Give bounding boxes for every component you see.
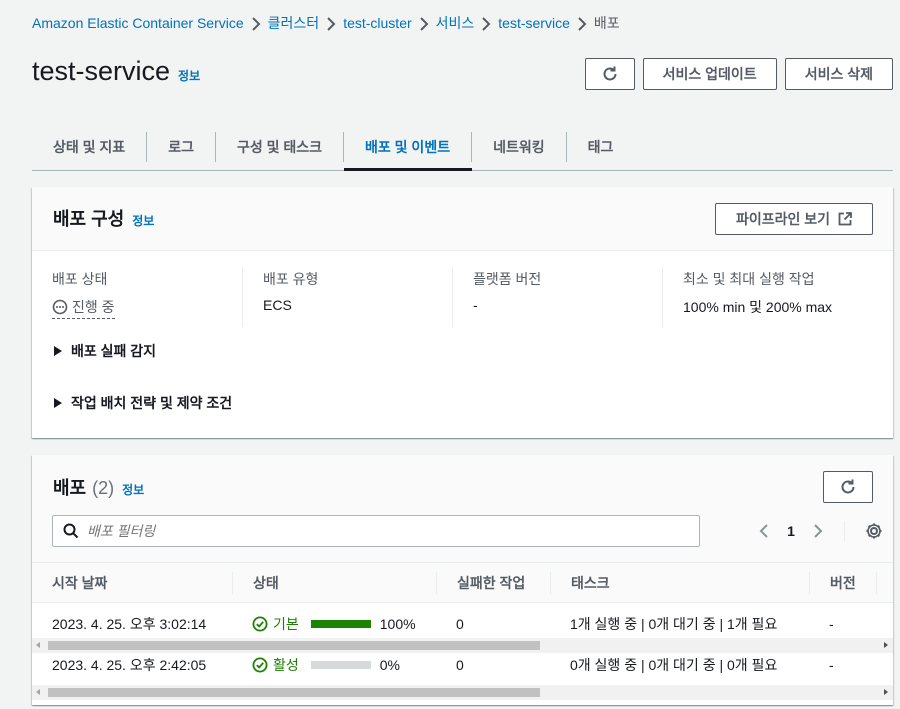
check-circle-icon (252, 616, 268, 632)
view-pipeline-button[interactable]: 파이프라인 보기 (714, 203, 873, 235)
pagination: 1 (758, 521, 883, 541)
update-service-button[interactable]: 서비스 업데이트 (642, 58, 777, 90)
breadcrumb-clusters[interactable]: 클러스터 (268, 13, 320, 33)
breadcrumb-deployments: 배포 (593, 15, 620, 31)
breadcrumb-services[interactable]: 서비스 (436, 13, 475, 33)
tab-networking[interactable]: 네트워킹 (472, 124, 567, 170)
deployments-count: (2) (92, 478, 115, 498)
page-title: test-service (32, 56, 171, 86)
column-version[interactable]: 버전 (809, 571, 877, 594)
horizontal-scrollbar[interactable] (32, 685, 893, 700)
info-link[interactable]: 정보 (178, 67, 200, 84)
field-deploy-status: 배포 상태 진행 중 (32, 267, 242, 327)
in-progress-icon (52, 299, 68, 315)
panel-title: 배포 (53, 478, 87, 498)
refresh-deployments-button[interactable] (823, 471, 873, 503)
table-header: 시작 날짜 상태 실패한 작업 태스크 버전 (32, 563, 893, 603)
status-badge: 활성 (252, 655, 299, 675)
chevron-right-icon (319, 15, 343, 31)
breadcrumb: Amazon Elastic Container Service 클러스터 te… (32, 13, 620, 33)
refresh-icon (841, 479, 855, 494)
progress-bar (310, 661, 371, 669)
caret-right-icon (54, 398, 62, 408)
column-tasks[interactable]: 태스크 (550, 571, 809, 594)
refresh-icon (603, 66, 617, 81)
tab-health-metrics[interactable]: 상태 및 지표 (32, 124, 148, 170)
status-badge: 기본 (252, 614, 299, 634)
expander-placement-strategy[interactable]: 작업 배치 전략 및 제약 조건 (53, 393, 232, 413)
tab-logs[interactable]: 로그 (147, 124, 216, 170)
chevron-right-icon[interactable] (812, 523, 824, 539)
column-failed-tasks[interactable]: 실패한 작업 (436, 571, 550, 594)
column-status[interactable]: 상태 (232, 571, 436, 594)
column-start-date[interactable]: 시작 날짜 (32, 572, 232, 594)
deployment-config-fields: 배포 상태 진행 중 배포 유형 ECS 플랫폼 버전 - 최소 및 최대 실행… (32, 251, 893, 327)
panel-header: 배포 (2) 정보 1 (32, 455, 893, 563)
panel-header: 배포 구성 정보 파이프라인 보기 (32, 187, 893, 251)
search-icon (63, 523, 79, 539)
chevron-left-icon[interactable] (758, 523, 770, 539)
chevron-right-icon (244, 15, 268, 31)
check-circle-icon (252, 657, 268, 673)
refresh-button[interactable] (584, 58, 635, 90)
deployment-config-panel: 배포 구성 정보 파이프라인 보기 배포 상태 진행 중 배포 유형 ECS 플… (32, 187, 893, 438)
expander-failure-detection[interactable]: 배포 실패 감지 (53, 341, 156, 361)
page-number[interactable]: 1 (780, 523, 802, 539)
deployments-panel: 배포 (2) 정보 1 시작 날짜 상태 실패한 작업 태스크 버전 2023.… (32, 455, 893, 705)
field-platform-version: 플랫폼 버전 - (452, 267, 662, 327)
tab-tags[interactable]: 태그 (567, 124, 635, 170)
breadcrumb-test-cluster[interactable]: test-cluster (343, 15, 411, 31)
filter-input[interactable] (87, 523, 647, 539)
tab-bar: 상태 및 지표 로그 구성 및 태스크 배포 및 이벤트 네트워킹 태그 (32, 124, 893, 171)
page-header: test-service 정보 (32, 56, 200, 87)
tab-config-tasks[interactable]: 구성 및 태스크 (216, 124, 345, 170)
caret-right-icon (54, 346, 62, 356)
panel-title: 배포 구성 (53, 209, 125, 229)
external-link-icon (838, 212, 852, 226)
info-link[interactable]: 정보 (132, 212, 154, 229)
progress-bar (310, 620, 371, 628)
field-min-max-tasks: 최소 및 최대 실행 작업 100% min 및 200% max (662, 267, 872, 327)
chevron-right-icon (412, 15, 436, 31)
progress-label: 0% (379, 657, 400, 673)
status-in-progress[interactable]: 진행 중 (52, 297, 115, 319)
settings-icon[interactable] (865, 522, 883, 540)
scrollbar-thumb[interactable] (48, 688, 540, 697)
header-actions: 서비스 업데이트 서비스 삭제 (584, 58, 893, 90)
breadcrumb-test-service[interactable]: test-service (498, 15, 570, 31)
table-row: 2023. 4. 25. 오후 2:42:05 활성 0% 0 0개 실행 중 … (52, 655, 834, 675)
scroll-left-icon[interactable] (36, 689, 40, 695)
filter-deployments-field[interactable] (52, 515, 700, 547)
chevron-right-icon (474, 15, 498, 31)
field-deploy-type: 배포 유형 ECS (242, 267, 452, 327)
breadcrumb-ecs[interactable]: Amazon Elastic Container Service (32, 15, 244, 31)
chevron-right-icon (570, 15, 594, 31)
progress-label: 100% (379, 616, 416, 632)
info-link[interactable]: 정보 (122, 481, 144, 498)
scroll-right-icon[interactable] (884, 689, 888, 695)
tab-deployments-events[interactable]: 배포 및 이벤트 (344, 124, 473, 171)
delete-service-button[interactable]: 서비스 삭제 (784, 58, 893, 90)
